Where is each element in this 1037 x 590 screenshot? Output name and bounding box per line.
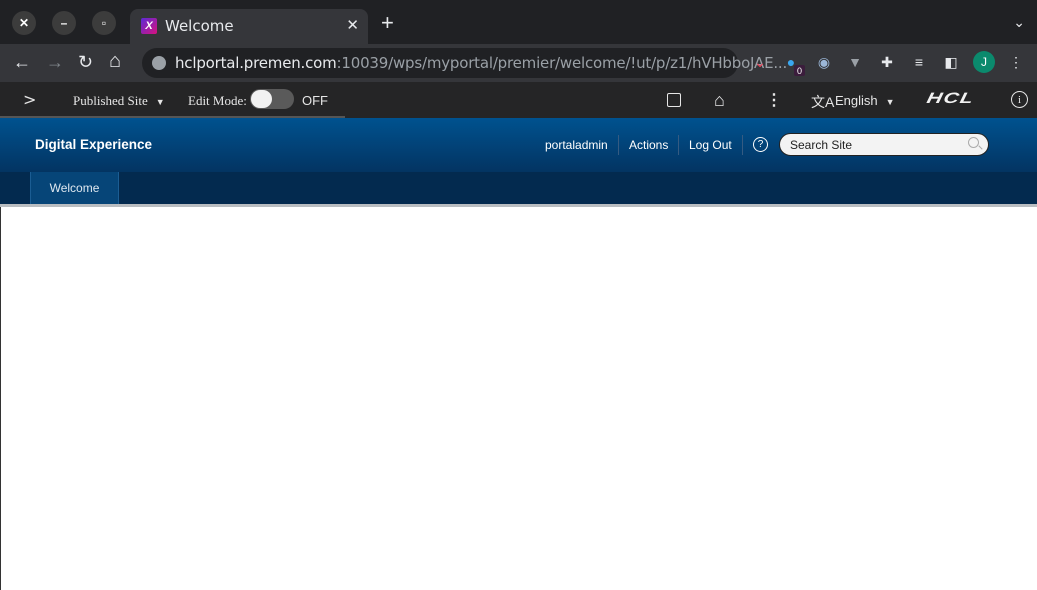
info-icon[interactable]: i <box>1011 91 1028 108</box>
window-close-button[interactable]: ✕ <box>12 11 36 35</box>
translate-icon: 文A <box>811 94 835 110</box>
chevron-down-icon: ▼ <box>885 97 895 107</box>
toggle-knob <box>251 90 272 108</box>
pocket-icon[interactable]: ⌄ <box>750 52 770 72</box>
tab-title: Welcome <box>165 17 234 35</box>
site-selector-label: Published Site <box>73 93 148 108</box>
edit-mode-toggle[interactable] <box>250 89 294 109</box>
window-maximize-button[interactable]: ▫ <box>92 11 116 35</box>
favicon-icon: X <box>141 18 157 34</box>
more-options-icon[interactable]: ⋮ <box>766 90 782 110</box>
forward-button[interactable]: → <box>46 52 64 72</box>
url-path: :10039/wps/myportal/premier/welcome/!ut/… <box>336 54 788 72</box>
search-icon[interactable] <box>968 137 979 148</box>
search-input[interactable] <box>790 137 960 153</box>
url-text[interactable]: hclportal.premen.com:10039/wps/myportal/… <box>175 54 787 72</box>
link-separator <box>618 135 619 155</box>
hcl-logo: HCL <box>925 90 977 107</box>
logout-link[interactable]: Log Out <box>689 138 732 152</box>
portal-nav-bar <box>0 172 1037 204</box>
edit-mode-label: Edit Mode: <box>188 93 247 108</box>
browser-menu-icon[interactable]: ⋮ <box>1006 52 1026 72</box>
link-separator <box>742 135 743 155</box>
circle-extension-icon[interactable]: ◉ <box>814 52 834 72</box>
window-minimize-button[interactable]: – <box>52 11 76 35</box>
tab-search-chevron-icon[interactable]: ⌄ <box>1013 14 1025 31</box>
chevron-down-icon: ▼ <box>155 97 165 107</box>
user-link[interactable]: portaladmin <box>545 138 608 152</box>
browser-tab[interactable]: X Welcome ✕ <box>130 9 368 44</box>
address-bar[interactable]: hclportal.premen.com:10039/wps/myportal/… <box>142 48 787 78</box>
reload-button[interactable]: ↻ <box>78 52 93 72</box>
ghostery-badge: 0 <box>794 65 805 76</box>
url-host: hclportal.premen.com <box>175 54 337 72</box>
media-queue-icon[interactable]: ≡ <box>909 52 929 72</box>
actions-link[interactable]: Actions <box>629 138 668 152</box>
edit-mode-state: OFF <box>302 93 328 108</box>
home-button[interactable]: ⌂ <box>109 51 121 71</box>
profile-avatar[interactable]: J <box>973 51 995 73</box>
v-extension-icon[interactable]: ▼ <box>845 52 865 72</box>
language-label: English <box>835 93 878 108</box>
portal-brand: Digital Experience <box>35 137 153 152</box>
search-box[interactable] <box>779 133 989 156</box>
page-content <box>0 207 1037 590</box>
puzzle-icon[interactable]: ✚ <box>877 52 897 72</box>
language-selector[interactable]: English ▼ <box>835 93 895 108</box>
new-tab-button[interactable]: + <box>381 12 394 34</box>
expand-chevron-icon[interactable]: > <box>23 90 36 109</box>
tab-close-icon[interactable]: ✕ <box>346 16 359 34</box>
nav-tab-welcome[interactable]: Welcome <box>30 172 119 204</box>
site-manager-icon[interactable] <box>667 93 681 107</box>
site-info-icon[interactable] <box>152 56 166 70</box>
site-selector-dropdown[interactable]: Published Site ▼ <box>73 93 165 109</box>
home-icon[interactable]: ⌂ <box>714 90 725 111</box>
help-icon[interactable]: ? <box>753 137 768 152</box>
side-panel-icon[interactable]: ◧ <box>941 52 961 72</box>
back-button[interactable]: ← <box>13 52 31 72</box>
link-separator <box>678 135 679 155</box>
